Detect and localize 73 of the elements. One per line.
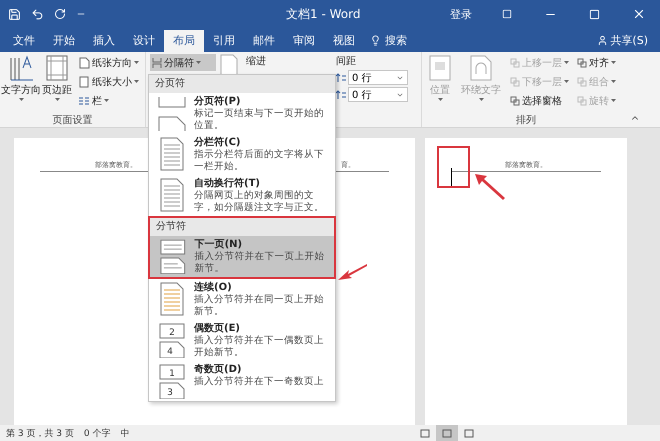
caret-icon (196, 60, 201, 64)
caret-icon (104, 98, 109, 102)
redo-icon[interactable] (54, 8, 66, 20)
view-icon (420, 428, 430, 438)
menu-section-header: 分页符 (149, 75, 335, 93)
spacing-icon (336, 72, 346, 84)
ribbon-small-button[interactable]: 纸张方向 (76, 54, 141, 71)
menu-item[interactable]: 分栏符(C) 指示分栏符后面的文字将从下一栏开始。 (149, 134, 335, 175)
caret-icon (438, 98, 442, 102)
ribbon-tab[interactable]: 文件 (4, 30, 44, 52)
status-text: 0 个字 (84, 428, 110, 440)
layer-icon (510, 96, 520, 106)
orientation-icon (78, 56, 90, 68)
ribbon-tab[interactable]: 审阅 (284, 30, 324, 52)
maximize-icon[interactable] (589, 8, 600, 20)
ribbon-tab[interactable]: 邮件 (244, 30, 284, 52)
ribbon-tab[interactable]: 插入 (84, 30, 124, 52)
paper-size-icon (78, 76, 90, 88)
group-label: 页面设置 (52, 114, 94, 127)
ribbon-small-button[interactable]: 对齐 (575, 54, 618, 71)
ribbon-small-button[interactable]: 栏 (76, 92, 141, 109)
close-icon[interactable] (632, 7, 646, 21)
columns-icon (78, 94, 90, 106)
ribbon-tab[interactable]: 视图 (324, 30, 364, 52)
layer-icon (510, 58, 520, 68)
caret-icon (18, 98, 24, 102)
group-label: 排列 (515, 114, 537, 127)
layer-icon (577, 76, 587, 86)
caret-icon (134, 60, 139, 64)
caret-icon (478, 98, 484, 102)
pointer-arrow-icon (475, 174, 505, 200)
search-tab[interactable]: 搜索 (383, 30, 598, 52)
layer-icon (577, 96, 587, 106)
spacing-icon (336, 88, 346, 100)
breaks-button[interactable]: 分隔符 (150, 54, 216, 71)
window-title: 文档1 - Word (286, 6, 362, 22)
spacing-label: 间距 (336, 55, 357, 68)
lightbulb-icon (370, 35, 381, 46)
menu-item[interactable]: 连续(O) 插入分节符并在同一页上开始新节。 (149, 279, 335, 320)
indent-label: 缩进 (246, 54, 266, 68)
save-icon[interactable] (8, 8, 21, 20)
menu-item[interactable]: 分页符(P) 标记一页结束与下一页开始的位置。 (149, 93, 335, 134)
ribbon-small-button[interactable]: 选择窗格 (508, 92, 571, 109)
status-text: 中 (120, 428, 130, 440)
ribbon-large-button[interactable]: 页边距 (42, 54, 72, 113)
spacing-field[interactable]: 0 行 (348, 87, 408, 102)
person-icon (597, 35, 608, 46)
share-button[interactable]: 共享(S) (608, 30, 660, 52)
view-button[interactable] (436, 425, 458, 441)
menu-section-header: 分节符 (150, 218, 334, 236)
menu-item[interactable]: 1 3 奇数页(D) 插入分节符并在下一奇数页上 (149, 361, 335, 401)
menu-item[interactable]: 下一页(N) 插入分节符并在下一页上开始新节。 (150, 236, 334, 277)
ribbon-tab[interactable]: 设计 (124, 30, 164, 52)
caret-icon (134, 80, 139, 84)
view-icon (464, 428, 474, 438)
text-direction-icon (8, 54, 34, 82)
spacing-field[interactable]: 0 行 (348, 70, 408, 85)
ribbon-small-button[interactable]: 纸张大小 (76, 73, 141, 90)
status-text: 第 3 页，共 3 页 (6, 428, 74, 440)
caret-icon (54, 98, 60, 102)
undo-icon[interactable] (31, 8, 44, 20)
ribbon-display-icon[interactable] (502, 9, 512, 19)
ribbon-tab[interactable]: 开始 (44, 30, 84, 52)
layer-icon (577, 58, 587, 68)
ribbon-tab[interactable]: 引用 (204, 30, 244, 52)
ribbon-tab[interactable]: 布局 (164, 30, 204, 52)
highlight-frame (437, 146, 470, 188)
view-icon (442, 428, 452, 438)
breaks-icon (152, 56, 162, 68)
menu-item[interactable]: 2 4 偶数页(E) 插入分节符并在下一偶数页上开始新节。 (149, 320, 335, 361)
sign-in-link[interactable]: 登录 (450, 6, 472, 22)
layer-icon (510, 76, 520, 86)
menu-item[interactable]: 自动换行符(T) 分隔网页上的对象周围的文字，如分隔题注文字与正文。 (149, 175, 335, 216)
